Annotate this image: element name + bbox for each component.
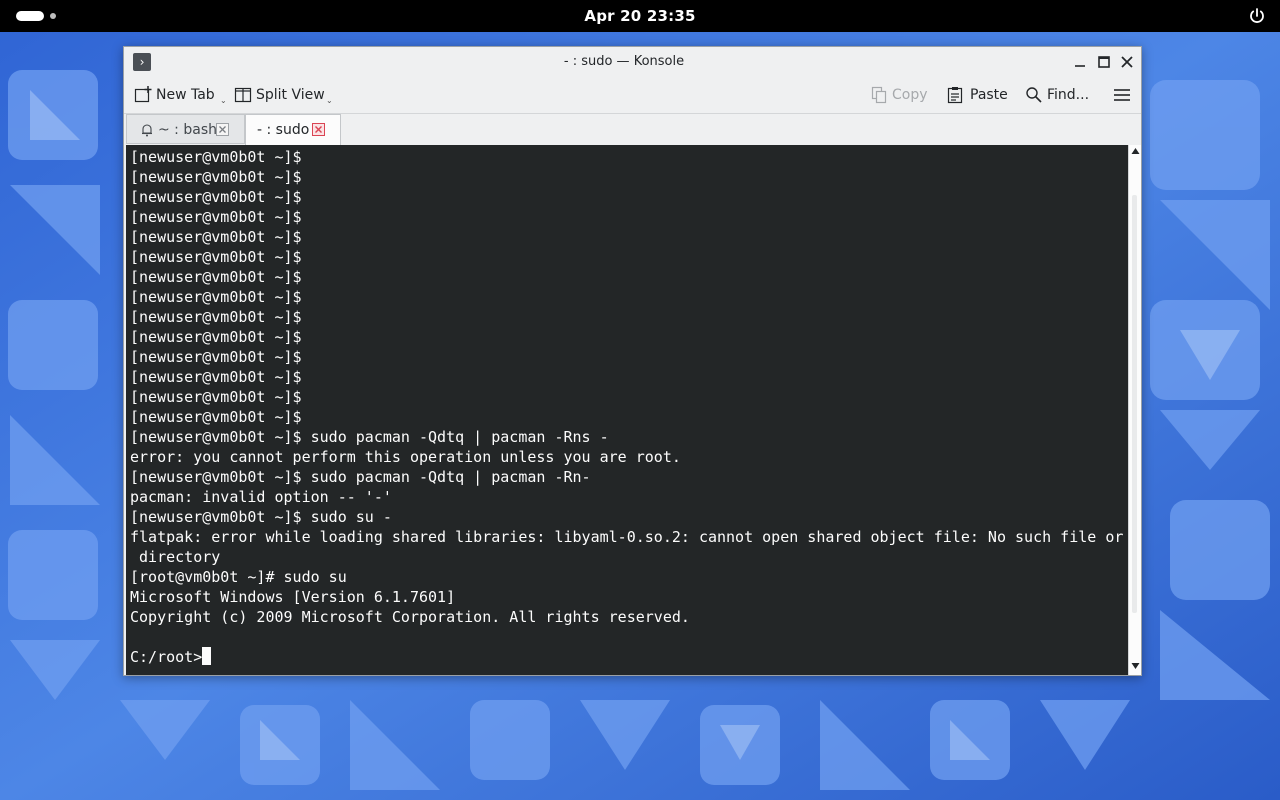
new-tab-icon xyxy=(134,86,152,103)
tab-close-icon[interactable] xyxy=(312,123,325,136)
terminal-text: [newuser@vm0b0t ~]$ [newuser@vm0b0t ~]$ [n… xyxy=(130,147,1125,667)
tab-close-icon[interactable] xyxy=(216,123,229,136)
power-icon[interactable] xyxy=(1248,7,1266,25)
tab-bash[interactable]: ~ : bash xyxy=(126,114,245,144)
close-icon[interactable] xyxy=(1118,53,1136,71)
hamburger-menu-icon xyxy=(1114,89,1130,101)
terminal-cursor xyxy=(202,647,212,665)
hamburger-menu-button[interactable] xyxy=(1111,77,1133,113)
terminal-line: [newuser@vm0b0t ~]$ sudo pacman -Qdtq | … xyxy=(130,428,609,446)
terminal-line: [newuser@vm0b0t ~]$ xyxy=(130,168,302,186)
terminal-line: [newuser@vm0b0t ~]$ xyxy=(130,228,302,246)
bell-icon xyxy=(142,124,152,137)
terminal-line: [newuser@vm0b0t ~]$ xyxy=(130,368,302,386)
terminal-line: [newuser@vm0b0t ~]$ xyxy=(130,348,302,366)
title-bar[interactable]: › - : sudo — Konsole xyxy=(124,47,1141,77)
workspace-indicator-active xyxy=(16,11,44,21)
find-label: Find... xyxy=(1047,87,1090,103)
terminal-line: [newuser@vm0b0t ~]$ xyxy=(130,248,302,266)
workspace-indicator xyxy=(50,13,56,19)
activities-button[interactable] xyxy=(16,11,56,21)
terminal-line: [newuser@vm0b0t ~]$ xyxy=(130,328,302,346)
terminal-prompt-line: C:/root> xyxy=(130,647,1125,667)
scroll-down-icon[interactable] xyxy=(1131,662,1140,670)
paste-button[interactable]: Paste xyxy=(946,77,1010,113)
new-tab-label: New Tab xyxy=(156,87,215,103)
paste-icon xyxy=(947,87,963,104)
terminal-line: Microsoft Windows [Version 6.1.7601] xyxy=(130,588,456,606)
terminal-app-icon[interactable]: › xyxy=(133,53,151,71)
terminal-line: [newuser@vm0b0t ~]$ xyxy=(130,208,302,226)
terminal-line: flatpak: error while loading shared libr… xyxy=(130,528,1124,546)
scrollbar-thumb[interactable] xyxy=(1132,195,1137,613)
copy-icon xyxy=(871,86,887,104)
konsole-window: › - : sudo — Konsole New Tab ⌄ Split Vie… xyxy=(123,46,1142,676)
paste-label: Paste xyxy=(970,87,1008,103)
terminal-line: [newuser@vm0b0t ~]$ xyxy=(130,308,302,326)
terminal-prompt: C:/root> xyxy=(130,648,203,666)
toolbar: New Tab ⌄ Split View ⌄ Copy Paste Find..… xyxy=(124,77,1141,114)
maximize-icon[interactable] xyxy=(1095,53,1113,71)
minimize-icon[interactable] xyxy=(1071,53,1089,71)
copy-label: Copy xyxy=(892,87,928,103)
new-tab-button[interactable]: New Tab ⌄ xyxy=(134,77,229,113)
terminal-line: [newuser@vm0b0t ~]$ xyxy=(130,388,302,406)
top-bar: Apr 20 23:35 xyxy=(0,0,1280,32)
terminal-line: [root@vm0b0t ~]# sudo su xyxy=(130,568,347,586)
terminal-output[interactable]: [newuser@vm0b0t ~]$ [newuser@vm0b0t ~]$ [n… xyxy=(126,145,1128,675)
tab-sudo[interactable]: - : sudo xyxy=(245,114,341,145)
terminal-line: [newuser@vm0b0t ~]$ xyxy=(130,408,302,426)
search-icon xyxy=(1026,87,1042,103)
find-button[interactable]: Find... xyxy=(1025,77,1095,113)
terminal-line: [newuser@vm0b0t ~]$ xyxy=(130,268,302,286)
terminal-line: Copyright (c) 2009 Microsoft Corporation… xyxy=(130,608,690,626)
copy-button[interactable]: Copy xyxy=(870,77,930,113)
clock[interactable]: Apr 20 23:35 xyxy=(540,0,740,32)
terminal-line: [newuser@vm0b0t ~]$ xyxy=(130,288,302,306)
terminal-line: directory xyxy=(130,548,221,566)
terminal-line: [newuser@vm0b0t ~]$ xyxy=(130,148,302,166)
tab-label: ~ : bash xyxy=(158,122,217,138)
terminal-line: error: you cannot perform this operation… xyxy=(130,448,681,466)
scroll-up-icon[interactable] xyxy=(1131,147,1140,155)
terminal-line: [newuser@vm0b0t ~]$ sudo pacman -Qdtq | … xyxy=(130,468,591,486)
split-view-label: Split View xyxy=(256,87,325,103)
terminal-scrollbar[interactable] xyxy=(1128,145,1141,675)
tab-label: - : sudo xyxy=(257,122,310,138)
window-title: - : sudo — Konsole xyxy=(563,54,685,69)
terminal-line: [newuser@vm0b0t ~]$ xyxy=(130,188,302,206)
tab-bar: ~ : bash - : sudo xyxy=(124,114,1141,145)
terminal-line: pacman: invalid option -- '-' xyxy=(130,488,392,506)
split-view-button[interactable]: Split View ⌄ xyxy=(234,77,334,113)
split-view-icon xyxy=(234,87,252,103)
terminal-line: [newuser@vm0b0t ~]$ sudo su - xyxy=(130,508,392,526)
